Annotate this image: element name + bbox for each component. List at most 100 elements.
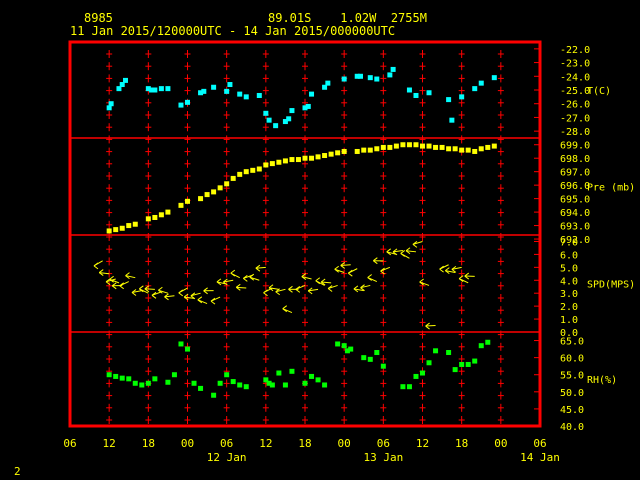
panel-label: T(C) [587,86,611,97]
data-point [420,143,425,149]
data-point [472,86,478,92]
x-tick-label: 18 [298,437,311,450]
data-point [406,384,412,390]
data-point [433,348,439,354]
data-point [178,102,184,108]
y-tick-label: 50.0 [560,388,584,399]
data-point [243,169,249,175]
wind-arrow-head [327,288,333,292]
data-point [380,363,386,369]
data-point [478,80,484,86]
wind-arrow-head [164,296,169,301]
wind-arrow-head [243,277,248,282]
y-tick-label: 693.0 [560,222,590,233]
data-point [171,372,177,378]
data-point [178,341,184,347]
wind-arrow-head [320,278,326,283]
y-tick-label: 4.0 [560,276,578,287]
data-point [309,91,315,97]
data-point [132,221,138,227]
x-tick-label: 12 [259,437,272,450]
date-label: 12 Jan [207,451,247,464]
y-tick-label: 696.0 [560,181,590,192]
data-point [158,86,164,92]
data-point [185,198,190,204]
y-tick-label: -23.0 [560,59,590,70]
data-point [459,361,465,367]
data-point [165,86,171,92]
y-tick-label: 40.0 [560,422,584,433]
data-point [269,382,275,388]
data-point [374,76,380,82]
panels: -22.0 -23.0 -24.0 -25.0 -26.0 -27.0 -28.0 T(C) 6… [93,45,635,433]
x-tick-label: 18 [455,437,468,450]
data-point [328,151,334,157]
wind-arrow [425,325,436,327]
wind-arrow-head [210,300,216,305]
data-point [266,117,272,123]
wind-arrow-head [334,265,340,270]
data-point [302,380,308,386]
data-point [367,75,373,81]
data-point [390,66,396,72]
data-point [237,382,243,388]
data-point [341,148,347,154]
data-point [211,189,217,195]
wind-arrow-head [230,269,236,274]
wind-arrow-head [405,247,411,252]
data-point [465,361,471,367]
data-point [374,146,380,152]
wind-arrow-head [445,267,450,271]
data-point [289,368,295,374]
data-point [165,379,171,385]
x-tick-label: 12 [416,437,429,450]
x-tick-label: 00 [338,437,351,450]
data-point [217,380,223,386]
data-point [289,108,295,114]
data-point [295,157,301,163]
x-tick-label: 00 [494,437,507,450]
data-point [452,367,458,373]
wind-arrow-head [458,275,464,280]
wind-arrow-head [348,272,353,277]
data-point [400,384,406,390]
data-point [230,175,236,181]
data-point [315,154,321,160]
data-point [106,372,112,378]
y-tick-label: 45.0 [560,405,584,416]
data-point [191,380,197,386]
y-tick-label: 699.0 [560,141,590,152]
data-point [273,123,279,129]
data-point [341,343,347,349]
data-point [119,225,125,231]
y-tick-label: -24.0 [560,72,590,83]
data-point [335,341,341,347]
data-point [335,150,341,156]
data-point [472,358,478,364]
wind-arrow-head [98,269,104,273]
wind-arrow-head [111,285,117,290]
wind-arrow-head [340,265,346,269]
data-point [367,356,373,362]
data-point [263,110,269,116]
panel-2: 699.0698.0697.0696.0695.0694.0693.0692.0… [106,141,635,246]
data-point [478,343,484,349]
data-point [224,88,230,94]
data-point [113,373,119,379]
data-point [139,382,145,388]
data-point [302,155,308,161]
date-label: 14 Jan [520,451,560,464]
wind-arrow-head [151,294,157,299]
data-point [227,82,233,88]
y-tick-label: -25.0 [560,86,590,97]
wind-arrow-head [386,248,392,253]
x-tick-label: 06 [220,437,233,450]
meteogram-chart: 8985 89.01S 1.02W 2755M 11 Jan 2015/1200… [14,11,635,478]
data-point [263,162,269,168]
data-point [387,72,393,78]
data-point [309,373,315,379]
wind-arrow-head [425,325,430,330]
data-point [406,142,412,148]
data-point [446,97,452,103]
data-point [224,181,230,187]
